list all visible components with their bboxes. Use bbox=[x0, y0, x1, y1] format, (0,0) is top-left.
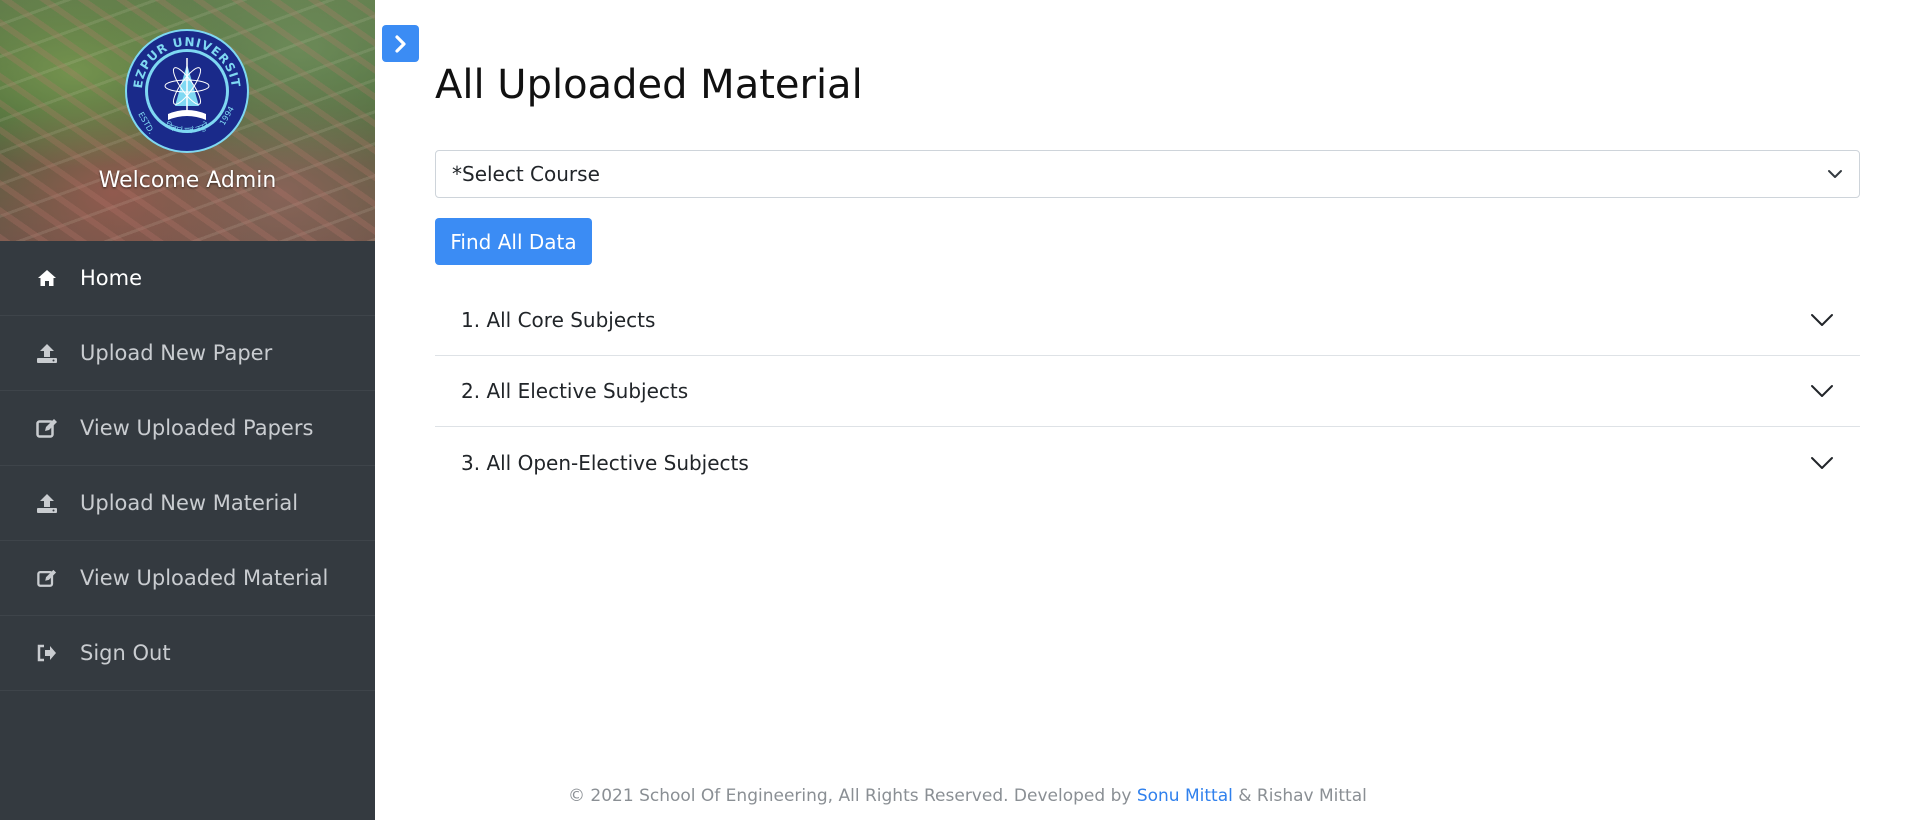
sidebar-item-upload-new-material[interactable]: Upload New Material bbox=[0, 466, 375, 541]
sidebar-nav: Home Upload New Paper View Uploaded Pape… bbox=[0, 241, 375, 691]
welcome-text: Welcome Admin bbox=[98, 168, 277, 193]
sidebar-item-label: Upload New Material bbox=[80, 491, 299, 515]
sign-out-icon bbox=[36, 642, 58, 664]
footer: © 2021 School Of Engineering, All Rights… bbox=[568, 786, 1367, 806]
home-icon bbox=[36, 267, 58, 289]
subjects-accordion: 1. All Core Subjects 2. All Elective Sub… bbox=[435, 285, 1860, 498]
sidebar-header: TEZPUR UNIVERSITY ESTD. 1994 विज्ञानं यज… bbox=[0, 0, 375, 241]
accordion-item-core-subjects[interactable]: 1. All Core Subjects bbox=[435, 285, 1860, 356]
page-title: All Uploaded Material bbox=[435, 62, 863, 108]
sidebar-item-sign-out[interactable]: Sign Out bbox=[0, 616, 375, 691]
footer-author-rishav: Rishav Mittal bbox=[1256, 786, 1367, 806]
edit-icon bbox=[36, 567, 58, 589]
footer-ampersand: & bbox=[1238, 786, 1252, 806]
course-select[interactable]: *Select Course bbox=[435, 150, 1860, 198]
sidebar-item-upload-new-paper[interactable]: Upload New Paper bbox=[0, 316, 375, 391]
chevron-down-icon bbox=[1811, 385, 1833, 397]
sidebar-item-view-uploaded-papers[interactable]: View Uploaded Papers bbox=[0, 391, 375, 466]
chevron-down-icon bbox=[1811, 314, 1833, 326]
chevron-down-icon bbox=[1811, 456, 1833, 469]
sidebar-toggle-button[interactable] bbox=[382, 25, 419, 62]
accordion-label: 2. All Elective Subjects bbox=[461, 379, 689, 403]
sidebar-item-label: View Uploaded Papers bbox=[80, 416, 314, 440]
university-logo: TEZPUR UNIVERSITY ESTD. 1994 विज्ञानं यज… bbox=[124, 28, 249, 153]
edit-icon bbox=[36, 417, 58, 439]
accordion-item-elective-subjects[interactable]: 2. All Elective Subjects bbox=[435, 356, 1860, 427]
sidebar-item-label: Sign Out bbox=[80, 641, 171, 665]
find-all-data-button[interactable]: Find All Data bbox=[435, 218, 592, 265]
sidebar-item-view-uploaded-material[interactable]: View Uploaded Material bbox=[0, 541, 375, 616]
accordion-label: 3. All Open-Elective Subjects bbox=[461, 450, 749, 475]
upload-icon bbox=[36, 342, 58, 364]
footer-author-link-sonu[interactable]: Sonu Mittal bbox=[1137, 786, 1233, 806]
sidebar: TEZPUR UNIVERSITY ESTD. 1994 विज्ञानं यज… bbox=[0, 0, 375, 820]
chevron-down-icon bbox=[1828, 170, 1842, 178]
sidebar-item-label: Home bbox=[80, 266, 143, 290]
chevron-right-icon bbox=[394, 34, 406, 53]
sidebar-item-label: View Uploaded Material bbox=[80, 566, 329, 590]
accordion-label: 1. All Core Subjects bbox=[461, 308, 656, 332]
course-select-value: *Select Course bbox=[452, 162, 600, 186]
accordion-item-open-elective-subjects[interactable]: 3. All Open-Elective Subjects bbox=[435, 427, 1860, 498]
sidebar-item-home[interactable]: Home bbox=[0, 241, 375, 316]
upload-icon bbox=[36, 492, 58, 514]
footer-copyright: © 2021 School Of Engineering, All Rights… bbox=[568, 786, 1132, 806]
sidebar-item-label: Upload New Paper bbox=[80, 341, 273, 365]
